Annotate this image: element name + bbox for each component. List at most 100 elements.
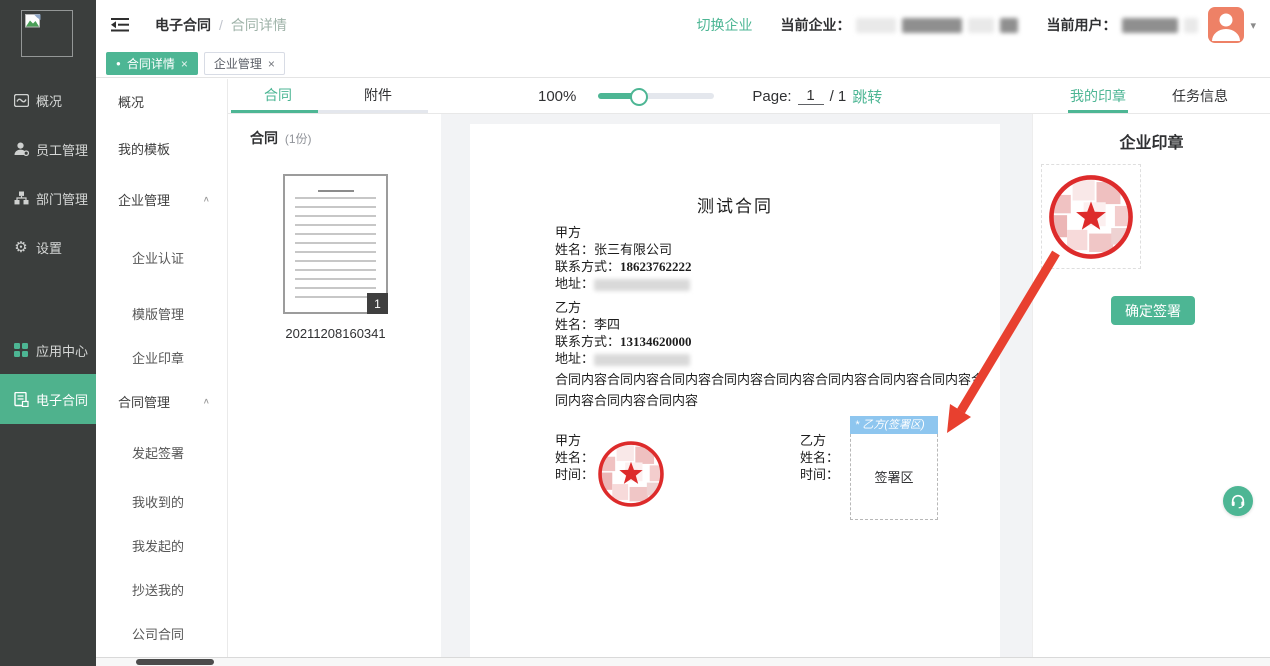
party-b-address: 地址： xyxy=(555,350,692,367)
nav-item-label: 模版管理 xyxy=(132,304,184,323)
page-number-input[interactable]: 1 xyxy=(798,87,824,105)
contract-icon xyxy=(13,391,29,407)
window-tab-label: 企业管理 xyxy=(214,55,262,72)
right-panel-tabs: 我的印章 任务信息 xyxy=(1070,79,1270,113)
user-name-redacted xyxy=(1184,18,1198,33)
contract-body: 合同内容合同内容合同内容合同内容合同内容合同内容合同内容合同内容合同内容合同内容… xyxy=(555,369,987,411)
nav-item-company-contracts[interactable]: 公司合同 xyxy=(96,611,227,655)
window-tab-label: 合同详情 xyxy=(127,55,175,72)
nav-item-initiated[interactable]: 我发起的 xyxy=(96,523,227,567)
module-nav-sidebar: 概况 我的模板 企业管理 ∧ 企业认证 模版管理 企业印章 合同管理 ∧ 发起签… xyxy=(96,79,228,666)
zoom-slider[interactable] xyxy=(598,88,714,104)
party-a-heading: 甲方 xyxy=(555,224,692,241)
sidebar-item-e-contract[interactable]: 电子合同 xyxy=(0,374,96,424)
nav-item-cc-me[interactable]: 抄送我的 xyxy=(96,567,227,611)
sidebar-item-settings[interactable]: ⚙ 设置 xyxy=(0,230,96,264)
confirm-sign-button[interactable]: 确定签署 xyxy=(1111,296,1195,325)
user-menu-caret-icon[interactable]: ▾ xyxy=(1250,19,1256,32)
sign-block-party-b: 乙方 姓名： 时间： xyxy=(800,432,839,483)
nav-item-company-seal[interactable]: 企业印章 xyxy=(96,337,227,377)
tab-task-info[interactable]: 任务信息 xyxy=(1172,79,1228,113)
nav-item-label: 发起签署 xyxy=(132,443,184,462)
document-page: 测试合同 甲方 姓名：张三有限公司 联系方式：18623762222 地址： 乙… xyxy=(470,124,1000,666)
sidebar-item-departments[interactable]: 部门管理 xyxy=(0,181,96,215)
nav-item-label: 企业管理 xyxy=(118,190,170,209)
org-icon xyxy=(13,190,29,206)
sidebar-item-label: 设置 xyxy=(36,238,62,257)
sign-a-name-label: 姓名： xyxy=(555,449,594,466)
contact-value: 13134620000 xyxy=(620,334,692,349)
headset-icon xyxy=(1230,493,1246,509)
window-tab-contract-detail[interactable]: ● 合同详情 × xyxy=(106,52,198,75)
window-tab-strip: ● 合同详情 × 企业管理 × xyxy=(96,50,1270,78)
party-a-contact: 联系方式：18623762222 xyxy=(555,258,692,275)
zoom-slider-handle[interactable] xyxy=(630,88,648,106)
switch-company-link[interactable]: 切换企业 xyxy=(696,15,752,35)
signature-drop-area[interactable]: * 乙方(签署区) 签署区 xyxy=(850,416,938,520)
party-a-name: 姓名：张三有限公司 xyxy=(555,241,692,258)
document-tabs: 合同 附件 xyxy=(228,79,428,113)
contract-title: 测试合同 xyxy=(470,192,1000,217)
sidebar-item-overview[interactable]: 概况 xyxy=(0,83,96,117)
nav-item-label: 我的模板 xyxy=(118,139,170,158)
thumbnail-preview xyxy=(295,190,376,300)
close-icon[interactable]: × xyxy=(181,57,188,71)
tab-contract[interactable]: 合同 xyxy=(228,79,328,113)
breadcrumb-section[interactable]: 电子合同 xyxy=(155,15,211,35)
customer-service-button[interactable] xyxy=(1223,486,1253,516)
signature-area-tag: * 乙方(签署区) xyxy=(850,416,938,434)
nav-item-label: 我收到的 xyxy=(132,492,184,511)
tab-my-seals[interactable]: 我的印章 xyxy=(1070,79,1126,113)
tab-attachment[interactable]: 附件 xyxy=(328,79,428,113)
header-right: 切换企业 当前企业： 当前用户： ▾ xyxy=(696,7,1256,43)
contact-label: 联系方式： xyxy=(555,334,620,349)
scrollbar-thumb[interactable] xyxy=(136,659,214,665)
page-jump-link[interactable]: 跳转 xyxy=(852,86,882,107)
nav-group-company-manage[interactable]: 企业管理 ∧ xyxy=(96,173,227,225)
sidebar-item-app-center[interactable]: 应用中心 xyxy=(0,333,96,367)
nav-item-overview[interactable]: 概况 xyxy=(96,79,227,123)
page-label: Page: xyxy=(752,88,791,105)
company-name-redacted xyxy=(902,18,962,33)
chevron-up-icon: ∧ xyxy=(203,397,210,406)
chart-icon xyxy=(13,92,29,108)
tab-underline-track xyxy=(318,110,428,113)
user-icon xyxy=(13,141,29,157)
close-icon[interactable]: × xyxy=(268,57,275,71)
breadcrumb: 电子合同 / 合同详情 xyxy=(155,15,287,35)
party-b-contact: 联系方式：13134620000 xyxy=(555,333,692,350)
breadcrumb-separator: / xyxy=(219,17,223,33)
party-b-block: 乙方 姓名：李四 联系方式：13134620000 地址： xyxy=(555,299,692,367)
address-redacted xyxy=(594,279,690,291)
sign-b-time-label: 时间： xyxy=(800,466,839,483)
nav-item-label: 概况 xyxy=(118,92,144,111)
sidebar-item-label: 员工管理 xyxy=(36,140,88,159)
page-controls: Page: 1 / 1 跳转 xyxy=(752,86,882,107)
user-avatar[interactable] xyxy=(1208,7,1244,43)
party-b-heading: 乙方 xyxy=(555,299,692,316)
contact-value: 18623762222 xyxy=(620,259,692,274)
nav-item-received[interactable]: 我收到的 xyxy=(96,479,227,523)
party-a-address: 地址： xyxy=(555,275,692,292)
nav-item-initiate-sign[interactable]: 发起签署 xyxy=(96,425,227,479)
nav-item-company-auth[interactable]: 企业认证 xyxy=(96,225,227,289)
nav-group-contract-manage[interactable]: 合同管理 ∧ xyxy=(96,377,227,425)
sidebar-item-employees[interactable]: 员工管理 xyxy=(0,132,96,166)
horizontal-scrollbar[interactable] xyxy=(96,657,1270,666)
nav-item-template-manage[interactable]: 模版管理 xyxy=(96,289,227,337)
menu-fold-icon[interactable] xyxy=(111,18,129,32)
sidebar-item-label: 概况 xyxy=(36,91,62,110)
signature-area-box[interactable]: 签署区 xyxy=(850,434,938,520)
app-sidebar: 概况 员工管理 部门管理 ⚙ 设置 应用中心 电子合同 xyxy=(0,0,96,666)
zoom-controls: 100% xyxy=(538,88,714,105)
nav-item-my-templates[interactable]: 我的模板 xyxy=(96,123,227,173)
address-redacted xyxy=(594,354,690,366)
window-tab-company-manage[interactable]: 企业管理 × xyxy=(204,52,285,75)
company-seal-option[interactable] xyxy=(1041,164,1141,269)
zoom-percent: 100% xyxy=(538,88,576,105)
sign-a-heading: 甲方 xyxy=(555,432,594,449)
current-user-label: 当前用户： xyxy=(1046,15,1116,35)
company-name-redacted xyxy=(968,18,994,33)
page-thumbnail[interactable]: 1 xyxy=(283,174,388,314)
sign-b-name-label: 姓名： xyxy=(800,449,839,466)
